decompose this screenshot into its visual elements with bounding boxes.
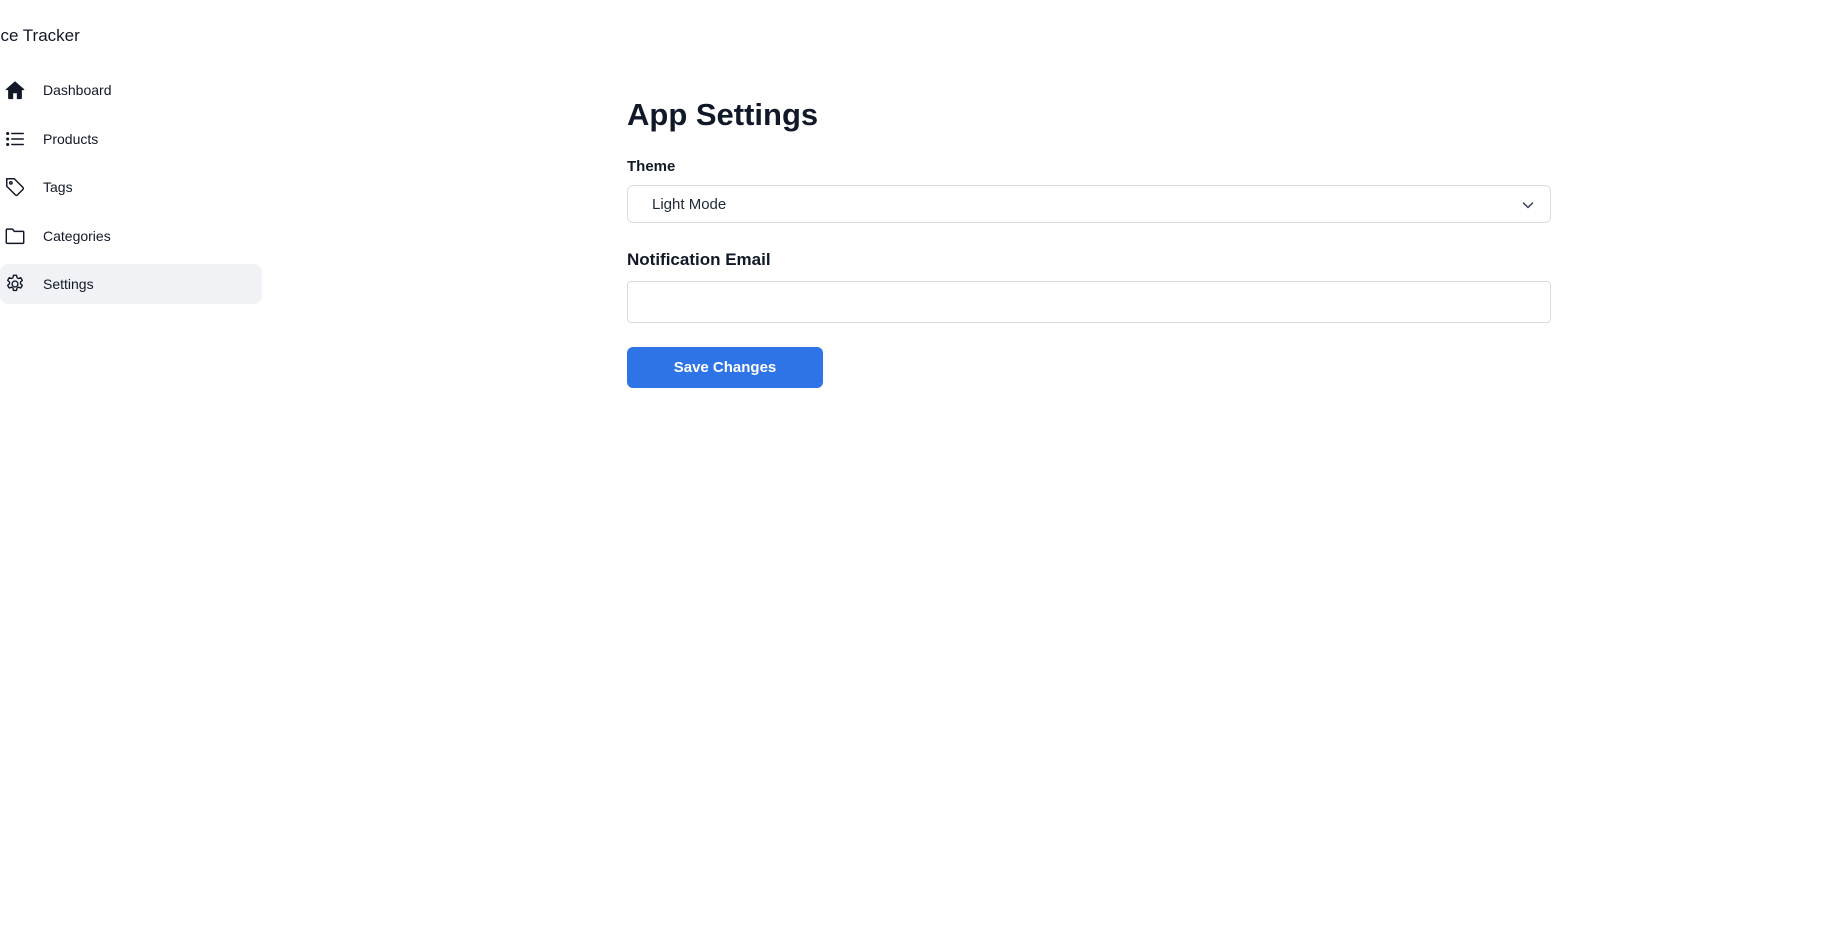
folder-icon xyxy=(3,224,27,248)
sidebar-item-tags[interactable]: Tags xyxy=(0,167,262,207)
sidebar-item-label: Tags xyxy=(43,179,73,195)
gear-icon xyxy=(3,272,27,296)
sidebar-item-label: Settings xyxy=(43,276,94,292)
sidebar-nav: Dashboard Products Tags Categories Setti… xyxy=(0,70,262,313)
sidebar-item-products[interactable]: Products xyxy=(0,119,262,159)
sidebar-item-categories[interactable]: Categories xyxy=(0,216,262,256)
theme-select-value: Light Mode xyxy=(652,196,727,213)
sidebar: rice Tracker Dashboard xyxy=(0,0,262,932)
notification-email-field[interactable] xyxy=(627,281,1551,323)
app-title: rice Tracker xyxy=(0,26,80,45)
notification-email-label: Notification Email xyxy=(627,250,771,269)
sidebar-item-label: Products xyxy=(43,130,99,147)
page-title: App Settings xyxy=(627,97,819,132)
sidebar-item-label: Dashboard xyxy=(43,82,112,98)
sidebar-item-dashboard[interactable]: Dashboard xyxy=(0,70,262,110)
theme-select[interactable]: Light Mode xyxy=(627,185,1551,223)
tag-icon xyxy=(3,175,27,199)
app-root: rice Tracker Dashboard xyxy=(0,0,1840,932)
chevron-down-icon xyxy=(1522,202,1534,209)
sidebar-item-settings[interactable]: Settings xyxy=(0,264,262,304)
home-icon xyxy=(3,78,27,102)
list-icon xyxy=(3,127,27,151)
theme-label: Theme xyxy=(627,158,676,175)
sidebar-item-label: Categories xyxy=(43,227,111,244)
save-changes-button[interactable]: Save Changes xyxy=(627,347,823,388)
